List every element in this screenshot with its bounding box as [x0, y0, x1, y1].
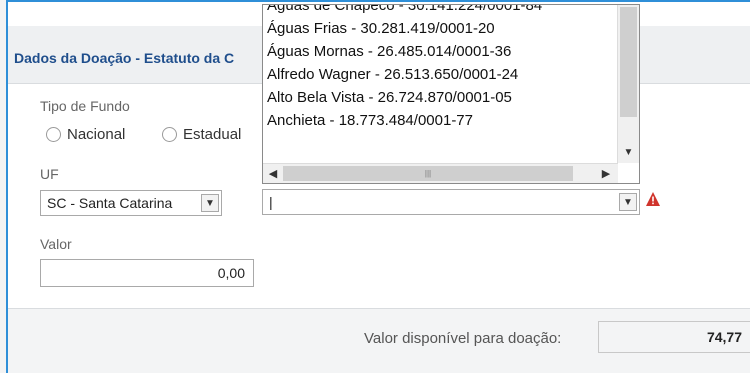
panel-title: Dados da Doação - Estatuto da C — [14, 50, 235, 66]
horizontal-scrollbar[interactable]: ◀ ||| ▶ — [263, 163, 618, 183]
valor-label: Valor — [40, 236, 72, 252]
scroll-down-icon[interactable]: ▼ — [620, 144, 637, 161]
list-item[interactable]: Alto Bela Vista - 26.724.870/0001-05 — [267, 89, 512, 106]
municipio-select[interactable]: | ▼ — [262, 189, 640, 215]
uf-selected-value: SC - Santa Catarina — [47, 195, 173, 211]
available-amount-label: Valor disponível para doação: — [364, 330, 562, 347]
radio-nacional[interactable]: Nacional — [46, 126, 125, 143]
radio-nacional-label: Nacional — [67, 126, 126, 143]
list-item[interactable]: Águas de Chapecó - 30.141.224/0001-84 — [267, 5, 542, 14]
radio-circle-icon[interactable] — [162, 127, 177, 142]
radio-circle-icon[interactable] — [46, 127, 61, 142]
fund-type-label: Tipo de Fundo — [40, 98, 130, 114]
radio-estadual[interactable]: Estadual — [162, 126, 241, 143]
uf-select[interactable]: SC - Santa Catarina ▼ — [40, 190, 222, 216]
municipio-input-value[interactable]: | — [269, 194, 273, 210]
municipio-dropdown-list[interactable]: Águas de Chapecó - 30.141.224/0001-84 Ág… — [262, 4, 640, 184]
list-item[interactable]: Águas Frias - 30.281.419/0001-20 — [267, 20, 495, 37]
valor-input[interactable]: 0,00 — [40, 259, 254, 287]
horizontal-scroll-thumb[interactable]: ||| — [283, 166, 573, 181]
vertical-scrollbar[interactable]: ▼ — [617, 5, 639, 163]
vertical-scroll-thumb[interactable] — [620, 7, 637, 117]
list-item[interactable]: Alfredo Wagner - 26.513.650/0001-24 — [267, 66, 518, 83]
available-amount-value: 74,77 — [598, 321, 750, 353]
radio-estadual-label: Estadual — [183, 126, 242, 143]
warning-triangle-icon — [646, 192, 660, 206]
scroll-left-icon[interactable]: ◀ — [264, 165, 282, 182]
scroll-right-icon[interactable]: ▶ — [597, 165, 615, 182]
chevron-down-icon[interactable]: ▼ — [201, 194, 219, 212]
list-item[interactable]: Anchieta - 18.773.484/0001-77 — [267, 112, 473, 129]
chevron-down-icon[interactable]: ▼ — [619, 193, 637, 211]
uf-label: UF — [40, 166, 59, 182]
list-item[interactable]: Águas Mornas - 26.485.014/0001-36 — [267, 43, 511, 60]
